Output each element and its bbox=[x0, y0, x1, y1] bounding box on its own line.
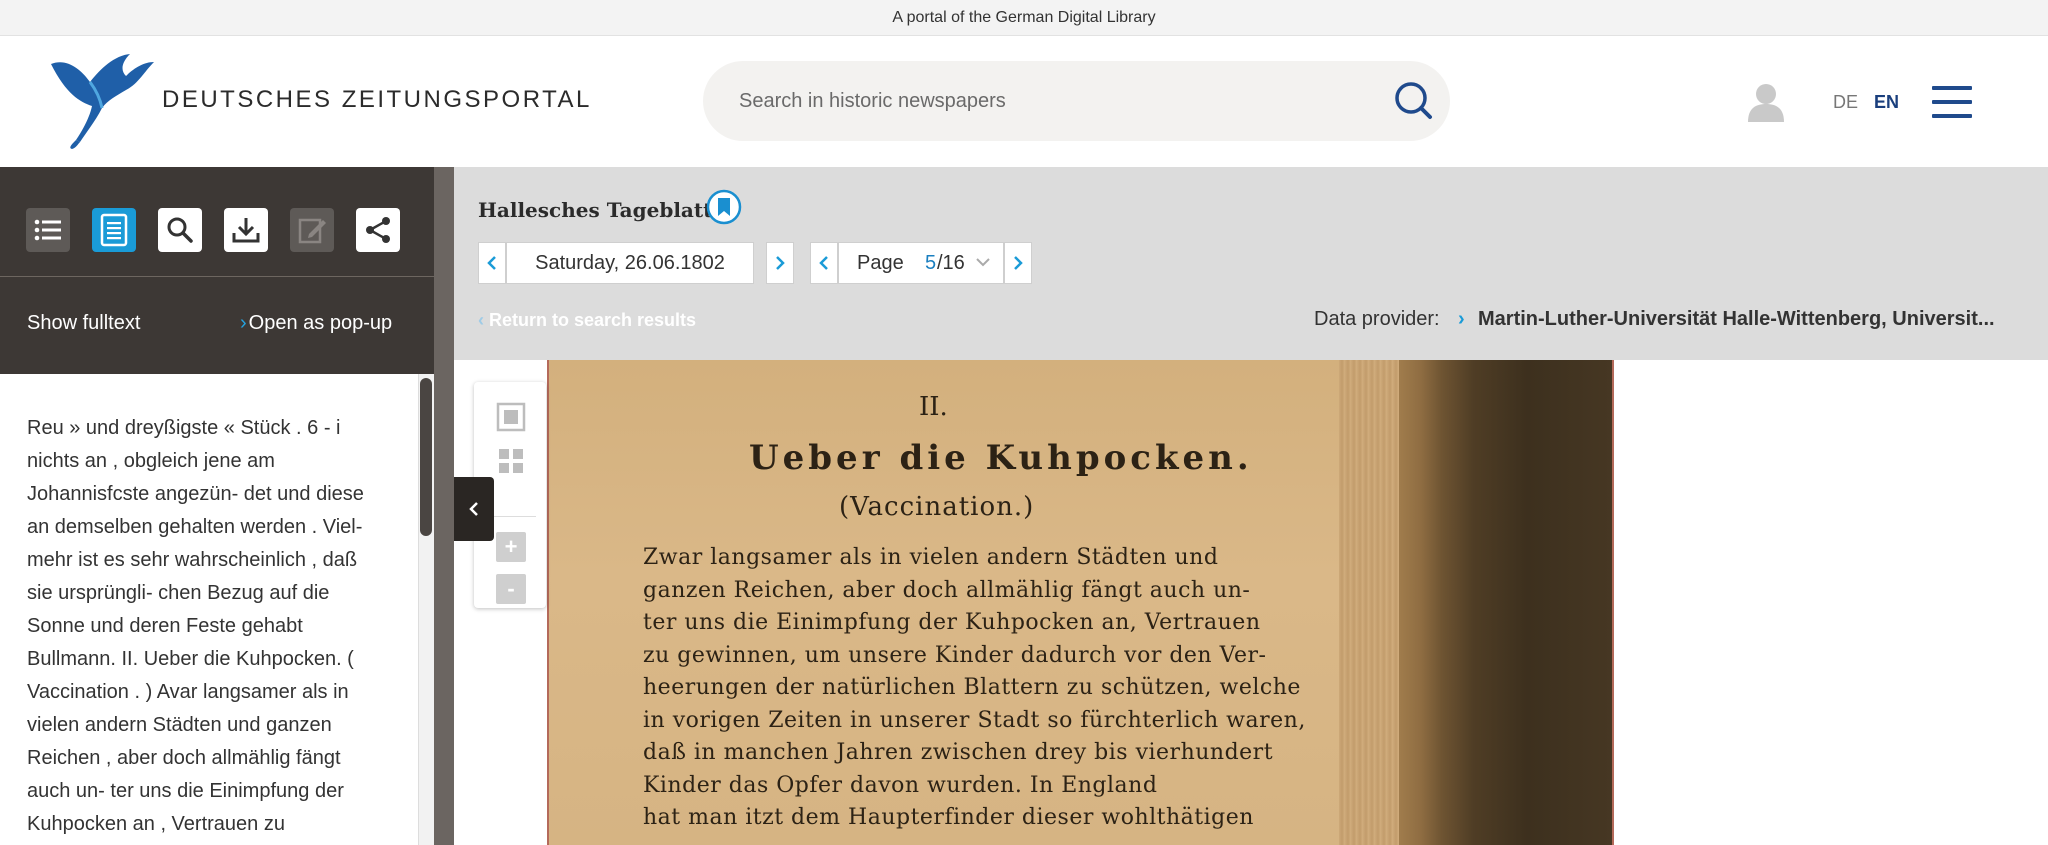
prev-issue-button[interactable] bbox=[478, 242, 506, 284]
page-current: 5 bbox=[925, 252, 937, 274]
language-de-link[interactable]: DE bbox=[1833, 92, 1858, 113]
chevron-right-icon bbox=[776, 256, 785, 270]
return-link-label: Return to search results bbox=[489, 310, 697, 330]
next-issue-button[interactable] bbox=[766, 242, 794, 284]
page-total: /16 bbox=[937, 252, 965, 274]
download-icon bbox=[232, 218, 260, 243]
edit-icon bbox=[298, 218, 326, 244]
share-button[interactable] bbox=[356, 208, 400, 252]
language-en-link[interactable]: EN bbox=[1874, 92, 1899, 113]
chevron-right-icon: › bbox=[1458, 308, 1465, 330]
chevron-left-icon: ‹ bbox=[478, 310, 489, 330]
sidebar: Show fulltext › Open as pop-up Reu » und … bbox=[0, 167, 434, 845]
search-in-issue-button[interactable] bbox=[158, 208, 202, 252]
scan-heading: Ueber die Kuhpocken. bbox=[749, 438, 1253, 478]
search-bar bbox=[703, 61, 1450, 141]
scan-line: hat man itzt dem Haupterfinder dieser wo… bbox=[643, 805, 1254, 830]
grid-view-button[interactable] bbox=[496, 446, 526, 476]
chevron-left-icon bbox=[469, 502, 478, 516]
show-fulltext-label: Show fulltext bbox=[27, 312, 141, 334]
document-icon bbox=[100, 213, 128, 247]
portal-bar: A portal of the German Digital Library bbox=[0, 0, 2048, 36]
issue-date-selector[interactable]: Saturday, 26.06.1802 bbox=[506, 242, 754, 284]
scan-subheading: (Vaccination.) bbox=[839, 492, 1035, 522]
page-label: Page bbox=[857, 252, 904, 274]
bird-logo-icon[interactable] bbox=[46, 50, 156, 150]
open-popup-label: Open as pop-up bbox=[248, 312, 393, 334]
fullscreen-button[interactable] bbox=[496, 402, 526, 432]
grid-icon bbox=[499, 449, 523, 473]
scan-line: heerungen der natürlichen Blattern zu sc… bbox=[643, 675, 1301, 700]
portal-name[interactable]: DEUTSCHES ZEITUNGSPORTAL bbox=[162, 86, 592, 114]
provider-label: Data provider: bbox=[1314, 308, 1440, 330]
scrollbar-thumb[interactable] bbox=[420, 378, 432, 536]
share-icon bbox=[366, 217, 390, 243]
zoom-in-button[interactable]: + bbox=[496, 532, 526, 562]
list-icon bbox=[34, 219, 61, 241]
return-to-results-link[interactable]: ‹ Return to search results bbox=[478, 310, 696, 331]
chevron-left-icon bbox=[487, 256, 496, 270]
scan-line: in vorigen Zeiten in unserer Stadt so fü… bbox=[643, 707, 1306, 733]
scan-line: ter uns die Einimpfung der Kuhpocken an,… bbox=[643, 610, 1261, 635]
prev-page-button[interactable] bbox=[810, 242, 838, 284]
viewer-divider bbox=[434, 167, 454, 845]
scan-line: daß in manchen Jahren zwischen drey bis … bbox=[643, 740, 1274, 765]
open-popup-link[interactable]: › Open as pop-up bbox=[240, 312, 392, 335]
search-icon bbox=[167, 217, 193, 243]
scan-line: Zwar langsamer als in vielen andern Städ… bbox=[643, 545, 1219, 570]
page-selector[interactable]: Page 5 /16 bbox=[838, 242, 1004, 284]
sidebar-toolbar bbox=[0, 167, 434, 277]
next-page-button[interactable] bbox=[1004, 242, 1032, 284]
newspaper-title: Hallesches Tageblatt bbox=[478, 198, 713, 222]
scan-page-edge bbox=[1339, 360, 1399, 845]
edit-button[interactable] bbox=[290, 208, 334, 252]
bookmark-icon[interactable] bbox=[706, 189, 742, 225]
fulltext-button[interactable] bbox=[92, 208, 136, 252]
issue-info-bar: Hallesches Tageblatt Saturday, 26.06.180… bbox=[454, 167, 2048, 360]
site-header: DEUTSCHES ZEITUNGSPORTAL DE EN bbox=[0, 36, 2048, 167]
fulltext-content: Reu » und dreyßigste « Stück . 6 - i nic… bbox=[27, 417, 364, 835]
zoom-out-button[interactable]: - bbox=[496, 574, 526, 604]
search-input[interactable] bbox=[739, 83, 1359, 119]
newspaper-scan-image[interactable]: II. Ueber die Kuhpocken. (Vaccination.) … bbox=[547, 360, 1614, 845]
list-view-button[interactable] bbox=[26, 208, 70, 252]
fulltext-panel: Reu » und dreyßigste « Stück . 6 - i nic… bbox=[0, 374, 434, 845]
page-viewer[interactable]: II. Ueber die Kuhpocken. (Vaccination.) … bbox=[454, 360, 2048, 845]
search-icon[interactable] bbox=[1392, 79, 1436, 123]
chevron-down-icon bbox=[976, 258, 990, 267]
user-account-icon[interactable] bbox=[1744, 80, 1788, 124]
download-button[interactable] bbox=[224, 208, 268, 252]
scan-page: II. Ueber die Kuhpocken. (Vaccination.) … bbox=[549, 360, 1339, 845]
scan-line: ganzen Reichen, aber doch allmählig fäng… bbox=[643, 577, 1251, 603]
chevron-right-icon bbox=[1014, 256, 1023, 270]
portal-bar-text: A portal of the German Digital Library bbox=[892, 9, 1156, 26]
fullscreen-icon bbox=[496, 402, 526, 432]
scan-section-number: II. bbox=[919, 392, 948, 422]
fulltext-header: Show fulltext › Open as pop-up bbox=[0, 277, 434, 374]
chevron-right-icon: › bbox=[240, 312, 247, 334]
fulltext-scrollbar[interactable] bbox=[418, 374, 434, 845]
chevron-left-icon bbox=[819, 256, 828, 270]
scan-line: zu gewinnen, um unsere Kinder dadurch vo… bbox=[643, 642, 1267, 668]
collapse-sidebar-button[interactable] bbox=[454, 477, 494, 541]
hamburger-menu-icon[interactable] bbox=[1932, 86, 1972, 118]
scan-body: Zwar langsamer als in vielen andern Städ… bbox=[643, 542, 1306, 835]
scan-line: Kinder das Opfer davon wurden. In Englan… bbox=[643, 772, 1158, 798]
provider-link[interactable]: Martin-Luther-Universität Halle-Wittenbe… bbox=[1478, 308, 1995, 331]
